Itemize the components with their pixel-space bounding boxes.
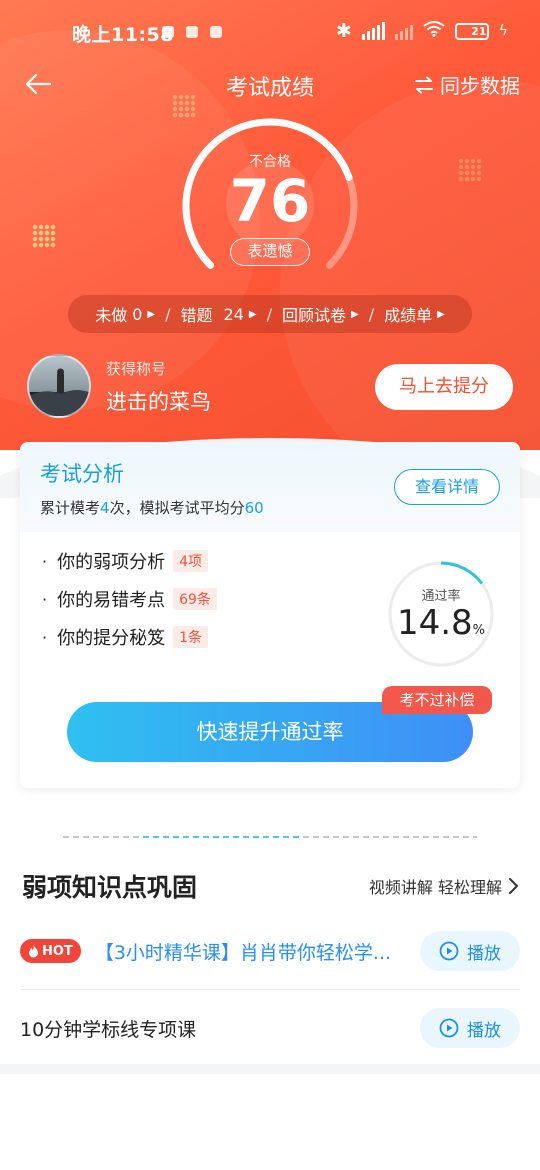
pass-rate-label: 通过率 (421, 589, 461, 604)
decor-dots (32, 224, 56, 248)
divider (20, 989, 520, 990)
sync-label: 同步数据 (440, 74, 520, 98)
pass-rate-ring: 通过率 14.8% (386, 559, 496, 669)
divider: / (368, 304, 375, 324)
course-item[interactable]: HOT 【3小时精华课】肖肖带你轻松学... 播放 (20, 921, 520, 981)
count-tag: 69条 (173, 588, 217, 610)
course-title: 10分钟学标线专项课 (20, 1018, 197, 1041)
analysis-list: · 你的弱项分析 4项 · 你的易错考点 69条 · 你的提分秘笈 1条 (42, 542, 217, 656)
triangle-right-icon: ▶ (350, 308, 359, 320)
section-title: 弱项知识点巩固 (22, 873, 198, 902)
list-item[interactable]: · 你的提分秘笈 1条 (42, 618, 217, 656)
count-tag: 4项 (173, 550, 209, 572)
title-label: 获得称号 (106, 360, 167, 378)
card-header: 考试分析 累计模考4次，模拟考试平均分60 查看详情 (20, 442, 520, 532)
mock-summary: 累计模考4次，模拟考试平均分60 (40, 499, 264, 517)
user-title: 进击的菜鸟 (106, 390, 211, 414)
exam-analysis-card: 考试分析 累计模考4次，模拟考试平均分60 查看详情 · 你的弱项分析 4项 ·… (20, 442, 520, 788)
card-title: 考试分析 (40, 462, 124, 486)
signal-icon (361, 22, 385, 40)
course-title: 【3小时精华课】肖肖带你轻松学... (94, 941, 392, 964)
swap-icon (415, 76, 433, 93)
footer-spacer (0, 1064, 540, 1074)
triangle-right-icon: ▶ (437, 308, 445, 320)
hot-badge: HOT (20, 939, 81, 963)
flame-icon (29, 944, 38, 957)
status-time: 晚上11:58 (72, 24, 174, 46)
report-card-link[interactable]: 成绩单 ▶ (384, 302, 445, 326)
result-badge: 表遗憾 (230, 238, 310, 266)
exam-stats-bar: 未做 0 ▶ / 错题 24 ▶ / 回顾试卷 ▶ / 成绩单 ▶ (68, 295, 472, 333)
charging-icon: ϟ (498, 23, 508, 39)
app-notification-icon (210, 26, 222, 38)
divider: / (266, 304, 272, 324)
nav-bar: 考试成绩 同步数据 (0, 62, 540, 106)
play-icon (439, 1018, 459, 1038)
compensation-badge: 考不过补偿 (382, 686, 492, 714)
battery-icon: 21 (454, 22, 489, 40)
play-button[interactable]: 播放 (420, 931, 520, 971)
unanswered-link[interactable]: 未做 0 ▶ (95, 302, 155, 326)
divider: / (165, 304, 171, 324)
signal-icon (394, 22, 413, 40)
chevron-right-icon (509, 878, 518, 894)
avatar (27, 354, 91, 418)
list-item[interactable]: · 你的易错考点 69条 (42, 580, 217, 618)
improve-score-button[interactable]: 马上去提分 (375, 364, 513, 410)
wifi-icon (423, 20, 445, 42)
bluetooth-icon: ✱ (335, 20, 352, 42)
list-item[interactable]: · 你的弱项分析 4项 (42, 542, 217, 580)
play-button[interactable]: 播放 (420, 1008, 520, 1048)
count-tag: 1条 (173, 626, 209, 648)
play-icon (439, 941, 459, 961)
score-value: 76 (229, 167, 311, 235)
review-paper-link[interactable]: 回顾试卷 ▶ (282, 302, 359, 326)
triangle-right-icon: ▶ (147, 308, 156, 320)
sync-data-button[interactable]: 同步数据 (414, 70, 520, 99)
decor-dots (458, 158, 482, 182)
section-divider (63, 836, 477, 838)
app-notification-icon (186, 26, 198, 38)
wrong-questions-link[interactable]: 错题 24 ▶ (181, 302, 257, 326)
course-item[interactable]: 10分钟学标线专项课 播放 (20, 998, 520, 1058)
view-details-button[interactable]: 查看详情 (394, 469, 500, 505)
app-notification-icon (162, 26, 174, 38)
score-gauge: 不合格 76 表遗憾 (180, 116, 360, 286)
status-bar: 晚上11:58 ✱ 21 ϟ (0, 0, 540, 62)
pass-rate-value: 14.8% (396, 603, 486, 643)
triangle-right-icon: ▶ (248, 308, 257, 320)
video-explain-link[interactable]: 视频讲解 轻松理解 (369, 874, 520, 898)
